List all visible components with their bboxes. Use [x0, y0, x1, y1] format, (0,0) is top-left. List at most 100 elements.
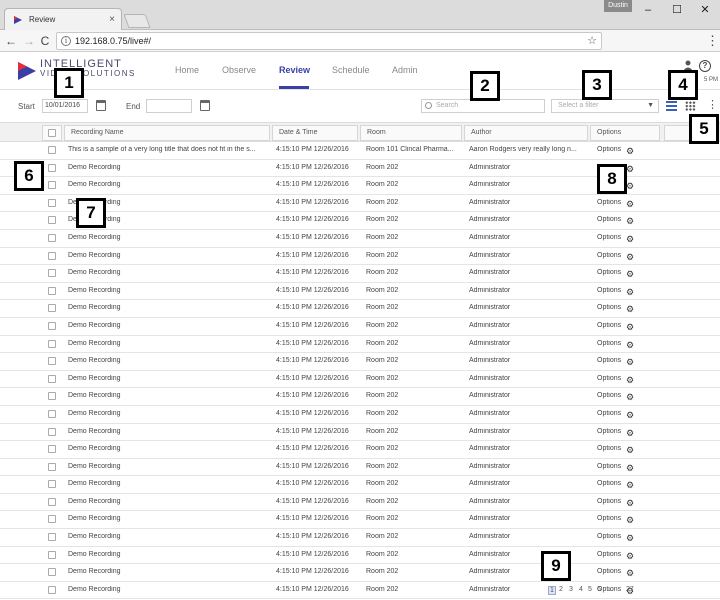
row-checkbox[interactable]	[48, 409, 56, 418]
cell-options[interactable]: Options	[597, 480, 625, 487]
gear-icon[interactable]: ⚙	[626, 199, 634, 209]
table-row[interactable]: Demo Recording4:15:10 PM 12/26/2016Room …	[0, 459, 720, 477]
col-recording-name[interactable]: Recording Name	[64, 125, 270, 141]
table-row[interactable]: Demo Recording4:15:10 PM 12/26/2016Room …	[0, 564, 720, 582]
gear-icon[interactable]: ⚙	[626, 392, 634, 402]
col-author[interactable]: Author	[464, 125, 588, 141]
list-view-icon[interactable]	[666, 101, 677, 111]
gear-icon[interactable]: ⚙	[626, 463, 634, 473]
select-all-checkbox[interactable]	[48, 129, 56, 137]
cell-options[interactable]: Options	[597, 551, 625, 558]
cell-options[interactable]: Options	[597, 568, 625, 575]
cell-recording-name[interactable]: Demo Recording	[68, 375, 266, 382]
browser-user-badge[interactable]: Dustin	[604, 0, 632, 12]
cell-options[interactable]: Options	[597, 199, 625, 206]
start-calendar-icon[interactable]	[96, 100, 106, 111]
gear-icon[interactable]: ⚙	[626, 216, 634, 226]
gear-icon[interactable]: ⚙	[626, 164, 634, 174]
row-checkbox[interactable]	[48, 216, 56, 225]
table-row[interactable]: Demo Recording4:15:10 PM 12/26/2016Room …	[0, 230, 720, 248]
table-row[interactable]: Demo Recording4:15:10 PM 12/26/2016Room …	[0, 371, 720, 389]
end-calendar-icon[interactable]	[200, 100, 210, 111]
gear-icon[interactable]: ⚙	[626, 340, 634, 350]
row-checkbox[interactable]	[48, 497, 56, 506]
cell-options[interactable]: Options	[597, 498, 625, 505]
row-checkbox[interactable]	[48, 427, 56, 436]
bookmark-star-icon[interactable]: ☆	[587, 33, 597, 49]
table-row[interactable]: Demo Recording4:15:10 PM 12/26/2016Room …	[0, 494, 720, 512]
forward-button[interactable]: →	[22, 33, 36, 49]
cell-options[interactable]: Options	[597, 322, 625, 329]
browser-tab[interactable]: Review ×	[4, 8, 122, 31]
table-row[interactable]: Demo Recording4:15:10 PM 12/26/2016Room …	[0, 300, 720, 318]
cell-recording-name[interactable]: Demo Recording	[68, 480, 266, 487]
browser-menu-icon[interactable]: ⋮	[706, 34, 719, 48]
cell-recording-name[interactable]: Demo Recording	[68, 164, 266, 171]
gear-icon[interactable]: ⚙	[626, 428, 634, 438]
address-bar[interactable]: i 192.168.0.75/live#/ ☆	[56, 32, 602, 50]
cell-recording-name[interactable]: Demo Recording	[68, 445, 266, 452]
cell-recording-name[interactable]: Demo Recording	[68, 515, 266, 522]
cell-recording-name[interactable]: Demo Recording	[68, 181, 266, 188]
cell-recording-name[interactable]: Demo Recording	[68, 357, 266, 364]
table-row[interactable]: Demo Recording4:15:10 PM 12/26/2016Room …	[0, 283, 720, 301]
more-options-icon[interactable]: ⋮	[707, 99, 718, 111]
row-checkbox[interactable]	[48, 515, 56, 524]
search-input[interactable]: Search	[421, 99, 545, 113]
table-row[interactable]: Demo Recording4:15:10 PM 12/26/2016Room …	[0, 212, 720, 230]
cell-options[interactable]: Options	[597, 375, 625, 382]
cell-recording-name[interactable]: Demo Recording	[68, 392, 266, 399]
cell-recording-name[interactable]: Demo Recording	[68, 463, 266, 470]
table-row[interactable]: Demo Recording4:15:10 PM 12/26/2016Room …	[0, 406, 720, 424]
cell-options[interactable]: Options	[597, 304, 625, 311]
nav-observe[interactable]: Observe	[222, 65, 256, 75]
page-link-4[interactable]: 4	[579, 586, 583, 593]
row-checkbox[interactable]	[48, 321, 56, 330]
cell-recording-name[interactable]: Demo Recording	[68, 498, 266, 505]
row-checkbox[interactable]	[48, 392, 56, 401]
row-checkbox[interactable]	[48, 146, 56, 154]
page-link-2[interactable]: 2	[559, 586, 563, 593]
cell-options[interactable]: Options	[597, 287, 625, 294]
cell-recording-name[interactable]: Demo Recording	[68, 269, 266, 276]
row-checkbox[interactable]	[48, 480, 56, 489]
row-checkbox[interactable]	[48, 286, 56, 295]
gear-icon[interactable]: ⚙	[626, 322, 634, 332]
gear-icon[interactable]: ⚙	[626, 269, 634, 279]
table-row[interactable]: Demo Recording4:15:10 PM 12/26/2016Room …	[0, 441, 720, 459]
page-link-5[interactable]: 5	[588, 586, 592, 593]
gear-icon[interactable]: ⚙	[626, 410, 634, 420]
cell-options[interactable]: Options	[597, 463, 625, 470]
row-checkbox[interactable]	[48, 163, 56, 172]
table-row[interactable]: Demo Recording4:15:10 PM 12/26/2016Room …	[0, 195, 720, 213]
row-checkbox[interactable]	[48, 304, 56, 313]
cell-options[interactable]: Options	[597, 234, 625, 241]
gear-icon[interactable]: ⚙	[626, 551, 634, 561]
page-link-27[interactable]: 27	[626, 586, 634, 593]
row-checkbox[interactable]	[48, 533, 56, 542]
col-date-time[interactable]: Date & Time	[272, 125, 358, 141]
row-checkbox[interactable]	[48, 585, 56, 594]
cell-recording-name[interactable]: Demo Recording	[68, 551, 266, 558]
end-date-input[interactable]	[146, 99, 192, 113]
nav-admin[interactable]: Admin	[392, 65, 418, 75]
nav-home[interactable]: Home	[175, 65, 199, 75]
row-checkbox[interactable]	[48, 251, 56, 260]
table-row[interactable]: Demo Recording4:15:10 PM 12/26/2016Room …	[0, 336, 720, 354]
table-row[interactable]: Demo Recording4:15:10 PM 12/26/2016Room …	[0, 529, 720, 547]
cell-recording-name[interactable]: Demo Recording	[68, 304, 266, 311]
window-close-button[interactable]: ✕	[693, 2, 717, 18]
table-row[interactable]: Demo Recording4:15:10 PM 12/26/2016Room …	[0, 388, 720, 406]
table-row[interactable]: Demo Recording4:15:10 PM 12/26/2016Room …	[0, 511, 720, 530]
cell-options[interactable]: Options	[597, 410, 625, 417]
new-tab-button[interactable]	[123, 14, 151, 28]
cell-recording-name[interactable]: Demo Recording	[68, 340, 266, 347]
filter-select[interactable]: Select a filter ▼	[551, 99, 659, 113]
cell-options[interactable]: Options	[597, 340, 625, 347]
row-checkbox[interactable]	[48, 339, 56, 348]
gear-icon[interactable]: ⚙	[626, 375, 634, 385]
gear-icon[interactable]: ⚙	[626, 568, 634, 578]
cell-recording-name[interactable]: This is a sample of a very long title th…	[68, 146, 266, 153]
gear-icon[interactable]: ⚙	[626, 498, 634, 508]
cell-recording-name[interactable]: Demo Recording	[68, 586, 266, 593]
